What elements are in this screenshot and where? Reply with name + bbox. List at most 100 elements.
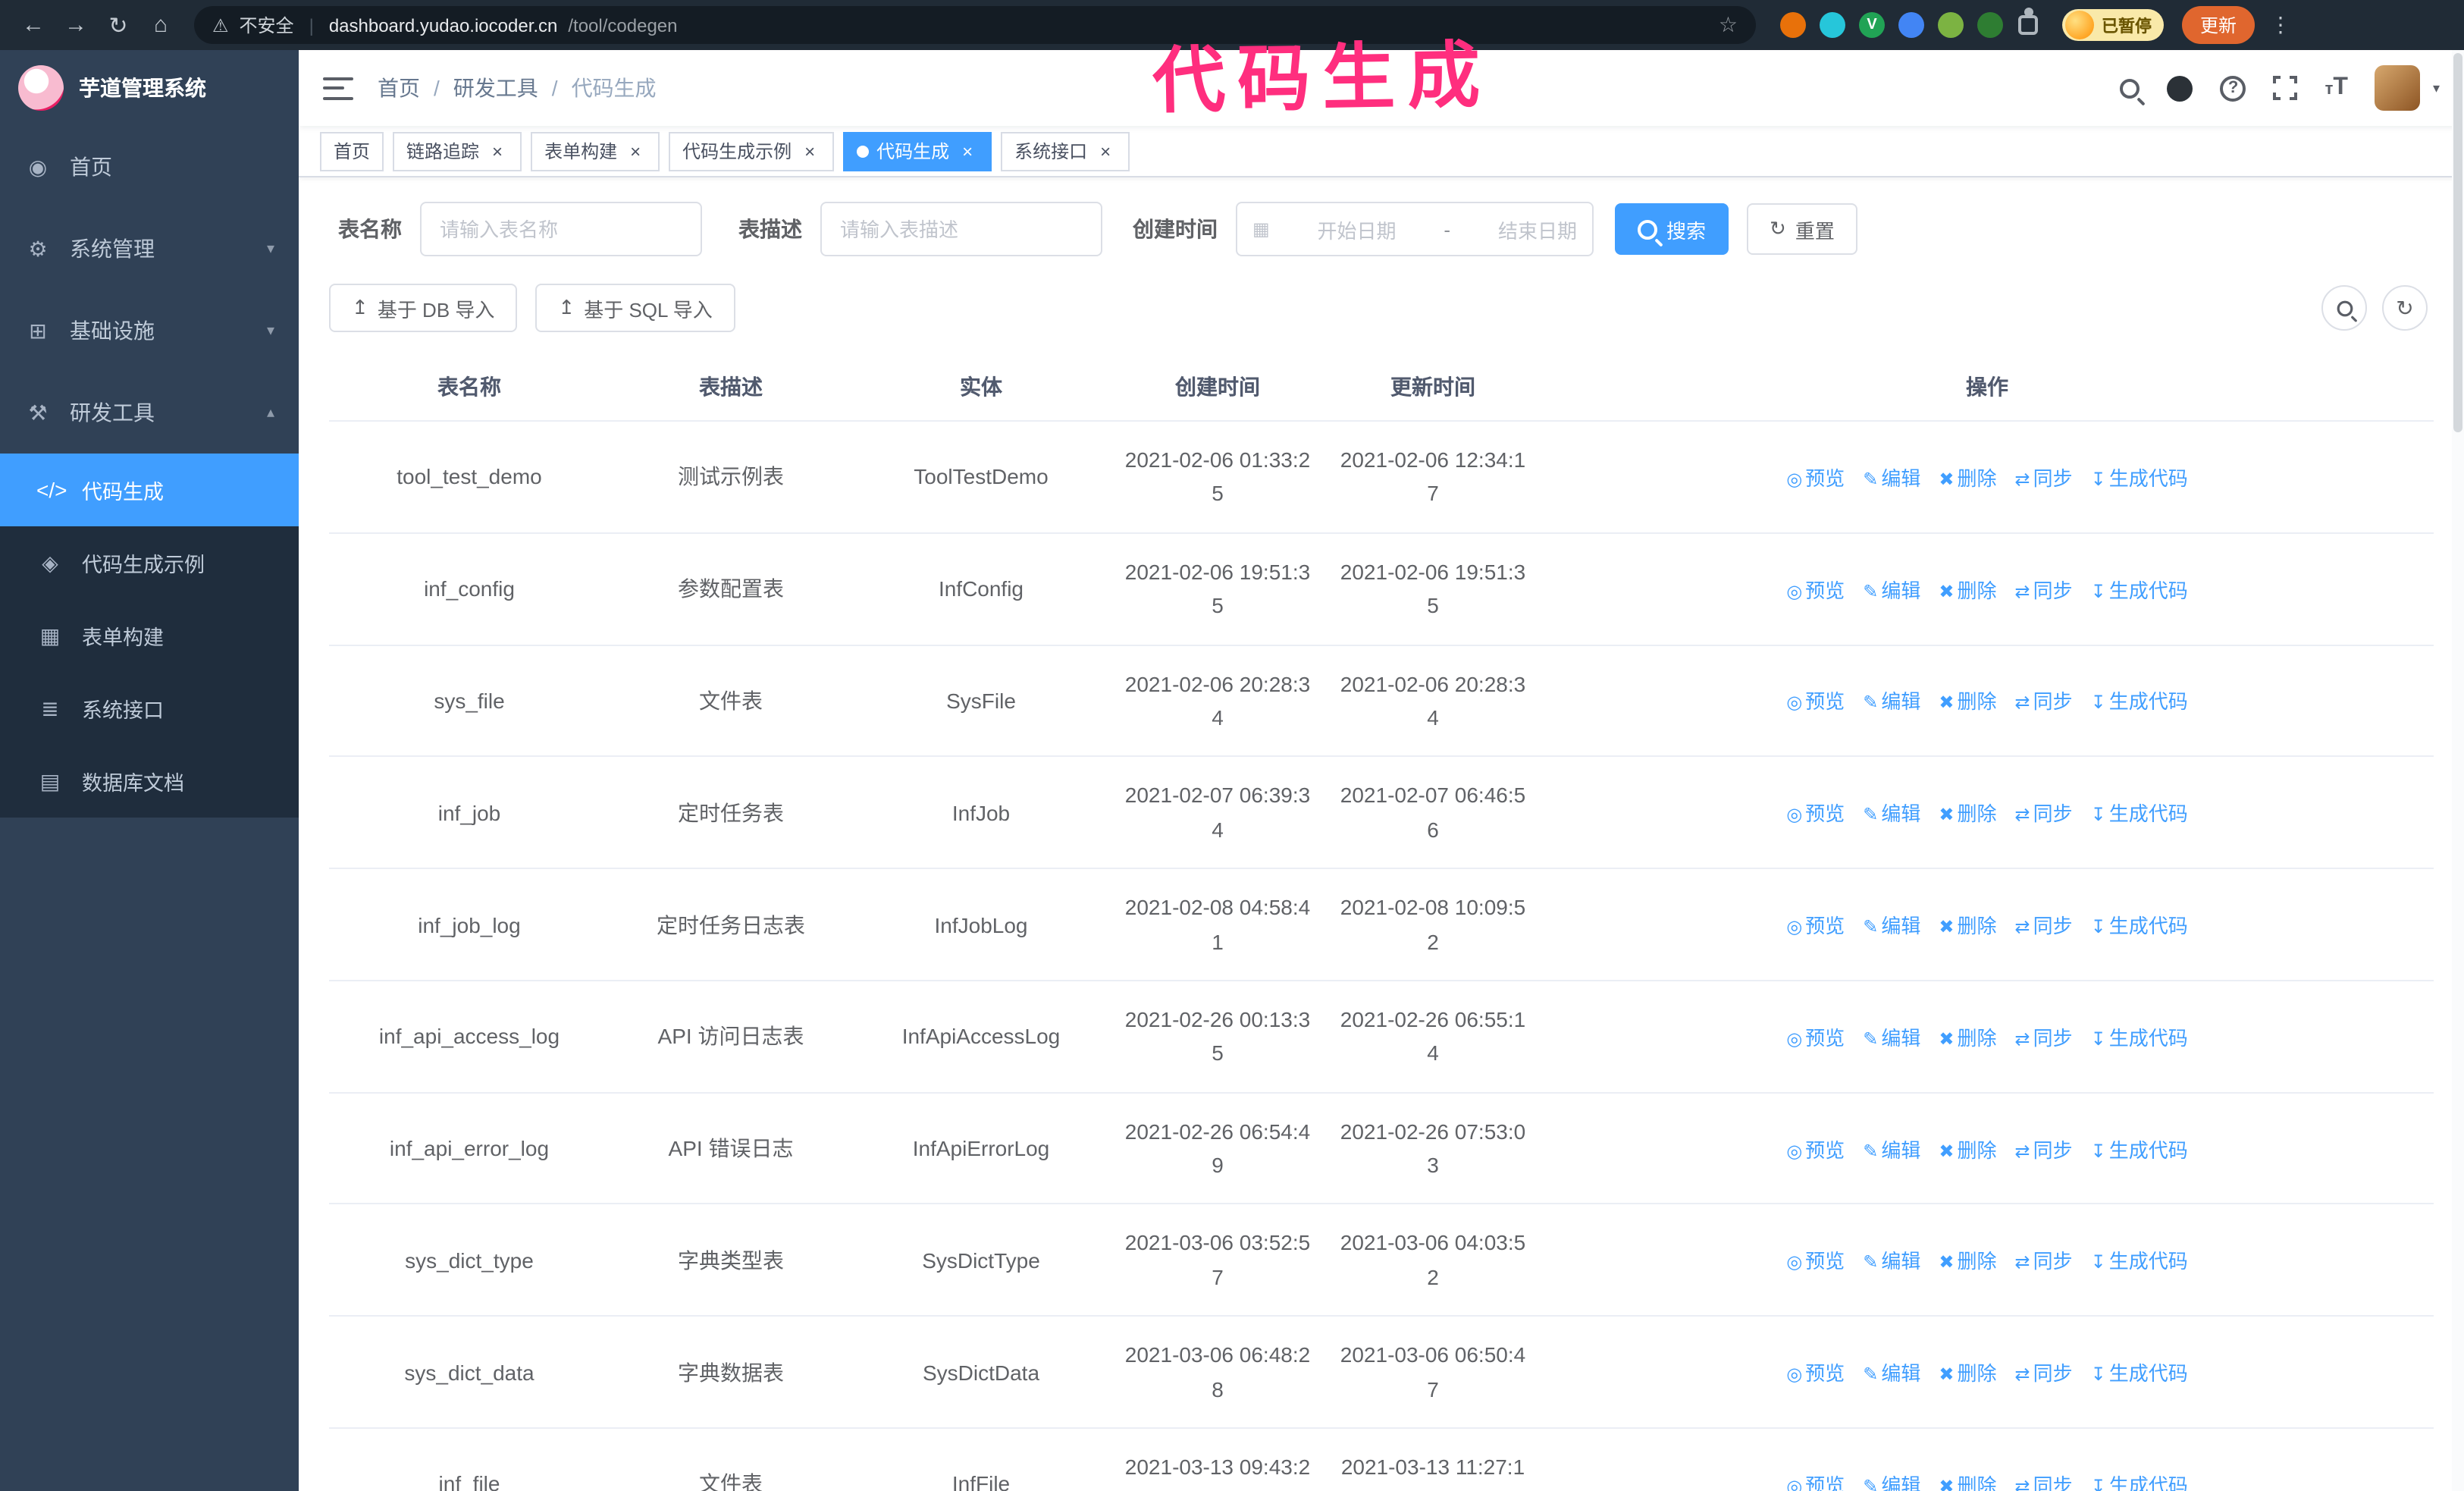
edit-action-link[interactable]: ✎ 编辑: [1863, 686, 1920, 715]
close-tab-icon[interactable]: ×: [799, 140, 820, 162]
generate-action-link[interactable]: ↧ 生成代码: [2091, 1358, 2188, 1386]
search-icon[interactable]: [2120, 78, 2140, 98]
sync-action-link[interactable]: ⇄ 同步: [2015, 1470, 2073, 1491]
preview-action-link[interactable]: ◎ 预览: [1786, 1246, 1845, 1275]
scrollbar-thumb[interactable]: [2453, 53, 2462, 432]
sidebar-item-devtools[interactable]: ⚒ 研发工具 ▴: [0, 372, 299, 454]
preview-action-link[interactable]: ◎ 预览: [1786, 686, 1845, 715]
breadcrumb-item[interactable]: 首页: [378, 73, 420, 103]
edit-action-link[interactable]: ✎ 编辑: [1863, 910, 1920, 939]
delete-action-link[interactable]: ✖ 删除: [1939, 798, 1996, 827]
delete-action-link[interactable]: ✖ 删除: [1939, 1470, 1996, 1491]
search-button[interactable]: 搜索: [1615, 203, 1729, 255]
close-tab-icon[interactable]: ×: [487, 140, 508, 162]
generate-action-link[interactable]: ↧ 生成代码: [2091, 1470, 2188, 1491]
sidebar-item-codegen-example[interactable]: ◈ 代码生成示例: [0, 526, 299, 599]
generate-action-link[interactable]: ↧ 生成代码: [2091, 910, 2188, 939]
generate-action-link[interactable]: ↧ 生成代码: [2091, 1246, 2188, 1275]
date-range-picker[interactable]: ▦ 开始日期 - 结束日期: [1236, 202, 1594, 256]
sidebar-item-system[interactable]: ⚙ 系统管理 ▾: [0, 208, 299, 290]
sidebar-item-form-builder[interactable]: ▦ 表单构建: [0, 599, 299, 672]
preview-action-link[interactable]: ◎ 预览: [1786, 1022, 1845, 1051]
browser-update-button[interactable]: 更新: [2182, 6, 2256, 44]
delete-action-link[interactable]: ✖ 删除: [1939, 686, 1996, 715]
app-logo[interactable]: 芋道管理系统: [0, 50, 299, 126]
scrollbar[interactable]: [2452, 50, 2464, 1491]
tab-home[interactable]: 首页: [320, 131, 384, 171]
home-icon[interactable]: ⌂: [143, 7, 179, 43]
import-sql-button[interactable]: ↥ 基于 SQL 导入: [535, 284, 735, 332]
reset-button[interactable]: ↻ 重置: [1747, 203, 1857, 255]
sync-action-link[interactable]: ⇄ 同步: [2015, 910, 2073, 939]
tab-api[interactable]: 系统接口 ×: [1001, 131, 1130, 171]
tab-tracer[interactable]: 链路追踪 ×: [393, 131, 522, 171]
font-size-icon[interactable]: тT: [2325, 74, 2348, 102]
edit-action-link[interactable]: ✎ 编辑: [1863, 1470, 1920, 1491]
preview-action-link[interactable]: ◎ 预览: [1786, 574, 1845, 603]
forward-icon[interactable]: →: [58, 7, 94, 43]
edit-action-link[interactable]: ✎ 编辑: [1863, 463, 1920, 491]
refresh-table-button[interactable]: ↻: [2382, 285, 2428, 331]
back-icon[interactable]: ←: [15, 7, 52, 43]
extension-sheet-icon[interactable]: [1938, 12, 1964, 38]
profile-chip[interactable]: 已暂停: [2062, 9, 2164, 41]
tab-form-builder[interactable]: 表单构建 ×: [531, 131, 660, 171]
extensions-puzzle-icon[interactable]: [2018, 8, 2038, 35]
sync-action-link[interactable]: ⇄ 同步: [2015, 1358, 2073, 1386]
generate-action-link[interactable]: ↧ 生成代码: [2091, 798, 2188, 827]
extension-v-icon[interactable]: V: [1859, 12, 1885, 38]
fullscreen-icon[interactable]: [2273, 76, 2298, 100]
tab-codegen-example[interactable]: 代码生成示例 ×: [669, 131, 835, 171]
security-label[interactable]: 不安全: [240, 12, 294, 38]
sync-action-link[interactable]: ⇄ 同步: [2015, 1246, 2073, 1275]
delete-action-link[interactable]: ✖ 删除: [1939, 910, 1996, 939]
preview-action-link[interactable]: ◎ 预览: [1786, 910, 1845, 939]
toggle-search-button[interactable]: [2321, 285, 2367, 331]
sidebar-item-home[interactable]: ◉ 首页: [0, 126, 299, 208]
extension-leaf-icon[interactable]: [1977, 12, 2003, 38]
table-name-input[interactable]: [420, 202, 702, 256]
sidebar-item-codegen[interactable]: </> 代码生成: [0, 454, 299, 526]
import-db-button[interactable]: ↥ 基于 DB 导入: [329, 284, 518, 332]
edit-action-link[interactable]: ✎ 编辑: [1863, 798, 1920, 827]
avatar-caret-icon[interactable]: ▾: [2433, 80, 2440, 96]
close-tab-icon[interactable]: ×: [625, 140, 646, 162]
sync-action-link[interactable]: ⇄ 同步: [2015, 1022, 2073, 1051]
preview-action-link[interactable]: ◎ 预览: [1786, 1134, 1845, 1163]
delete-action-link[interactable]: ✖ 删除: [1939, 574, 1996, 603]
delete-action-link[interactable]: ✖ 删除: [1939, 463, 1996, 491]
edit-action-link[interactable]: ✎ 编辑: [1863, 1358, 1920, 1386]
breadcrumb-item[interactable]: 研发工具: [453, 73, 538, 103]
generate-action-link[interactable]: ↧ 生成代码: [2091, 686, 2188, 715]
preview-action-link[interactable]: ◎ 预览: [1786, 1470, 1845, 1491]
edit-action-link[interactable]: ✎ 编辑: [1863, 1246, 1920, 1275]
reload-icon[interactable]: ↻: [100, 7, 136, 43]
delete-action-link[interactable]: ✖ 删除: [1939, 1358, 1996, 1386]
preview-action-link[interactable]: ◎ 预览: [1786, 1358, 1845, 1386]
browser-menu-icon[interactable]: ⋮: [2270, 12, 2291, 38]
edit-action-link[interactable]: ✎ 编辑: [1863, 574, 1920, 603]
edit-action-link[interactable]: ✎ 编辑: [1863, 1022, 1920, 1051]
close-tab-icon[interactable]: ×: [957, 140, 978, 162]
github-icon[interactable]: [2167, 75, 2193, 101]
help-icon[interactable]: ?: [2220, 75, 2246, 101]
generate-action-link[interactable]: ↧ 生成代码: [2091, 1134, 2188, 1163]
preview-action-link[interactable]: ◎ 预览: [1786, 463, 1845, 491]
delete-action-link[interactable]: ✖ 删除: [1939, 1246, 1996, 1275]
extension-fox-icon[interactable]: [1780, 12, 1806, 38]
generate-action-link[interactable]: ↧ 生成代码: [2091, 574, 2188, 603]
sync-action-link[interactable]: ⇄ 同步: [2015, 798, 2073, 827]
delete-action-link[interactable]: ✖ 删除: [1939, 1134, 1996, 1163]
extension-people-icon[interactable]: [1898, 12, 1924, 38]
bookmark-star-icon[interactable]: ☆: [1719, 12, 1738, 38]
extension-drop-icon[interactable]: [1820, 12, 1845, 38]
delete-action-link[interactable]: ✖ 删除: [1939, 1022, 1996, 1051]
preview-action-link[interactable]: ◎ 预览: [1786, 798, 1845, 827]
edit-action-link[interactable]: ✎ 编辑: [1863, 1134, 1920, 1163]
sync-action-link[interactable]: ⇄ 同步: [2015, 1134, 2073, 1163]
table-desc-input[interactable]: [820, 202, 1102, 256]
generate-action-link[interactable]: ↧ 生成代码: [2091, 1022, 2188, 1051]
close-tab-icon[interactable]: ×: [1095, 140, 1116, 162]
sidebar-item-infra[interactable]: ⊞ 基础设施 ▾: [0, 290, 299, 372]
sidebar-toggle-icon[interactable]: [323, 77, 353, 99]
